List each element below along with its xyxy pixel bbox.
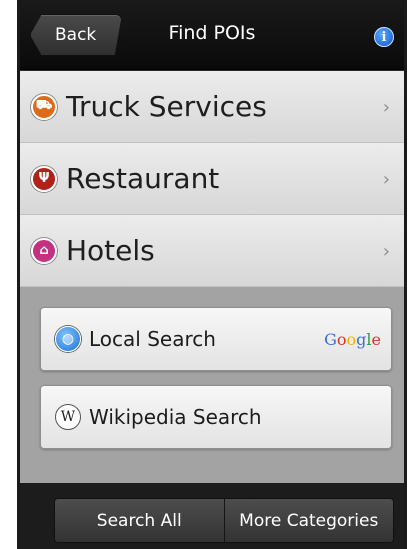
bottom-toolbar: Search All More Categories [20,483,404,549]
category-list: ⛟ Truck Services › Ψ Restaurant › ⌂ Hote… [20,71,404,287]
chevron-right-icon: › [382,169,390,190]
search-options-panel: ◍ Local Search Google W Wikipedia Search [20,287,404,483]
navigation-bar: Back Find POIs i [20,0,404,70]
local-search-label: Local Search [89,327,216,351]
page-title: Find POIs [168,22,256,44]
google-logo-letter: g [356,330,367,349]
wikipedia-icon: W [55,404,81,430]
wikipedia-search-label: Wikipedia Search [89,405,262,429]
local-search-button[interactable]: ◍ Local Search Google [40,307,392,371]
google-logo-letter: o [336,330,347,349]
chevron-right-icon: › [382,97,390,118]
info-icon[interactable]: i [374,27,394,47]
google-logo-letter: o [346,330,357,349]
phone-screen: Back Find POIs i ⛟ Truck Services › Ψ Re… [17,0,407,549]
category-label: Hotels [66,234,155,267]
google-logo: Google [324,330,381,349]
more-categories-button[interactable]: More Categories [223,499,393,542]
category-label: Truck Services [66,90,267,123]
google-logo-letter: e [371,330,381,349]
category-item-hotels[interactable]: ⌂ Hotels › [20,215,404,287]
category-label: Restaurant [66,162,220,195]
category-item-restaurant[interactable]: Ψ Restaurant › [20,143,404,215]
wikipedia-search-button[interactable]: W Wikipedia Search [40,385,392,449]
truck-icon: ⛟ [31,93,57,120]
segmented-control: Search All More Categories [54,498,394,543]
cutlery-icon: Ψ [31,165,57,192]
chevron-right-icon: › [382,241,390,262]
search-all-button[interactable]: Search All [55,499,224,542]
google-logo-letter: G [324,330,337,349]
globe-icon: ◍ [55,326,81,352]
hotel-icon: ⌂ [31,237,57,264]
category-item-truck-services[interactable]: ⛟ Truck Services › [20,71,404,143]
